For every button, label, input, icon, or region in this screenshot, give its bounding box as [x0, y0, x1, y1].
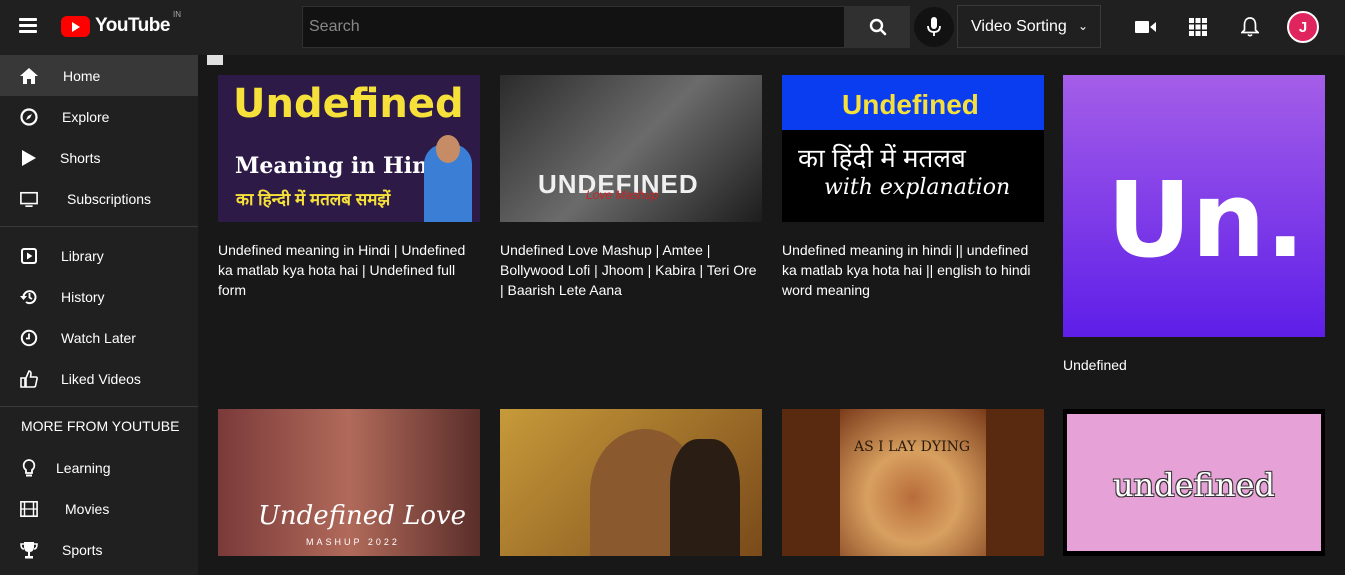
- top-header: YouTube IN Video Sorting ⌄ J: [0, 0, 1345, 55]
- thumbnail-text: Meaning in Hindi: [235, 153, 452, 179]
- sidebar-item-learning[interactable]: Learning: [0, 447, 198, 488]
- logo-text: YouTube: [95, 15, 170, 36]
- compass-icon: [20, 108, 38, 126]
- home-icon: [20, 67, 38, 85]
- sidebar-item-label: History: [61, 289, 105, 305]
- apps-grid-icon: [1189, 18, 1207, 36]
- search-button[interactable]: [845, 6, 910, 48]
- video-card[interactable]: AS I LAY DYING: [782, 409, 1044, 556]
- thumbnail-text: Un.: [1107, 159, 1305, 281]
- thumbnail-text: undefined: [1113, 466, 1276, 504]
- album-art: [840, 409, 986, 556]
- history-icon: [20, 288, 38, 306]
- sidebar-item-subscriptions[interactable]: Subscriptions: [0, 178, 198, 219]
- sidebar-divider: [0, 226, 198, 227]
- video-sorting-select[interactable]: Video Sorting ⌄: [957, 5, 1101, 48]
- video-card[interactable]: undefined: [1063, 409, 1325, 556]
- video-card[interactable]: Undefined Love MASHUP 2022: [218, 409, 480, 556]
- video-thumbnail[interactable]: Undefined का हिंदी में मतलब with explana…: [782, 75, 1044, 222]
- video-camera-icon: [1135, 21, 1156, 33]
- thumbs-up-icon: [20, 370, 38, 388]
- video-title[interactable]: Undefined meaning in Hindi | Undefined k…: [218, 240, 480, 300]
- video-card[interactable]: UNDEFINED Love Mashup Undefined Love Mas…: [500, 75, 762, 300]
- play-icon: [20, 149, 38, 167]
- video-thumbnail[interactable]: Undefined Meaning in Hindi का हिन्दी में…: [218, 75, 480, 222]
- logo-region: IN: [173, 10, 181, 19]
- sidebar-item-label: Library: [61, 248, 104, 264]
- thumbnail-text: का हिन्दी में मतलब समझें: [236, 190, 391, 209]
- trophy-icon: [20, 541, 38, 559]
- video-thumbnail[interactable]: [500, 409, 762, 556]
- sidebar-item-watch-later[interactable]: Watch Later: [0, 317, 198, 358]
- sidebar-item-library[interactable]: Library: [0, 235, 198, 276]
- sidebar-item-label: Subscriptions: [67, 191, 152, 207]
- bell-icon: [1241, 17, 1259, 37]
- sort-label: Video Sorting: [971, 17, 1067, 35]
- thumbnail-text: Undefined Love: [258, 501, 467, 531]
- thumbnail-panel: undefined: [1067, 414, 1321, 551]
- search-bar: [302, 6, 910, 48]
- sidebar-item-home[interactable]: Home: [0, 55, 198, 96]
- video-thumbnail[interactable]: UNDEFINED Love Mashup: [500, 75, 762, 222]
- collapse-toggle[interactable]: [207, 55, 223, 65]
- thumbnail-text: Undefined: [842, 89, 979, 120]
- video-card[interactable]: Un. Undefined: [1063, 75, 1325, 375]
- film-icon: [20, 500, 38, 518]
- video-card[interactable]: [500, 409, 762, 556]
- monitor-icon: [20, 190, 38, 208]
- video-thumbnail[interactable]: Un.: [1063, 75, 1325, 337]
- sidebar-item-liked-videos[interactable]: Liked Videos: [0, 358, 198, 399]
- search-input[interactable]: [302, 6, 845, 48]
- apps-button[interactable]: [1185, 14, 1211, 40]
- sidebar-item-sports[interactable]: Sports: [0, 529, 198, 570]
- sidebar-item-label: Explore: [62, 109, 110, 125]
- thumbnail-text: MASHUP 2022: [306, 537, 400, 547]
- search-icon: [869, 18, 886, 36]
- clock-icon: [20, 329, 38, 347]
- video-card[interactable]: Undefined का हिंदी में मतलब with explana…: [782, 75, 1044, 300]
- menu-icon[interactable]: [19, 18, 37, 34]
- thumbnail-text: Undefined: [233, 81, 464, 127]
- sidebar-item-label: Sports: [62, 542, 103, 558]
- presenter-head: [436, 135, 460, 163]
- sidebar-item-label: Liked Videos: [61, 371, 141, 387]
- sidebar-item-label: Home: [63, 68, 101, 84]
- lightbulb-icon: [20, 459, 38, 477]
- chevron-down-icon: ⌄: [1077, 19, 1088, 33]
- video-title[interactable]: Undefined Love Mashup | Amtee | Bollywoo…: [500, 240, 762, 300]
- library-icon: [20, 247, 38, 265]
- thumbnail-text: Love Mashup: [586, 188, 659, 202]
- sidebar-item-label: Learning: [56, 460, 111, 476]
- video-thumbnail[interactable]: undefined: [1063, 409, 1325, 556]
- sidebar-item-explore[interactable]: Explore: [0, 96, 198, 137]
- video-thumbnail[interactable]: AS I LAY DYING: [782, 409, 1044, 556]
- thumbnail-text: AS I LAY DYING: [854, 439, 971, 455]
- sidebar-item-label: Movies: [65, 501, 110, 517]
- video-thumbnail[interactable]: Undefined Love MASHUP 2022: [218, 409, 480, 556]
- video-card[interactable]: Undefined Meaning in Hindi का हिन्दी में…: [218, 75, 480, 300]
- sidebar-item-label: Shorts: [60, 150, 101, 166]
- notifications-button[interactable]: [1237, 14, 1263, 40]
- video-title[interactable]: Undefined meaning in hindi || undefined …: [782, 240, 1044, 300]
- person-figure: [670, 439, 740, 556]
- sidebar: Home Explore Shorts Subscriptions Librar…: [0, 55, 198, 575]
- thumbnail-text: with explanation: [824, 175, 1011, 200]
- voice-search-button[interactable]: [914, 7, 954, 47]
- mic-icon: [927, 17, 941, 36]
- create-video-button[interactable]: [1133, 14, 1159, 40]
- sidebar-divider: [0, 406, 198, 407]
- video-title[interactable]: Undefined: [1063, 355, 1325, 375]
- sidebar-item-history[interactable]: History: [0, 276, 198, 317]
- youtube-logo[interactable]: YouTube: [61, 15, 170, 37]
- sidebar-item-shorts[interactable]: Shorts: [0, 137, 198, 178]
- sidebar-item-label: Watch Later: [61, 330, 136, 346]
- youtube-play-icon: [61, 15, 90, 37]
- thumbnail-text: का हिंदी में मतलब: [798, 143, 966, 173]
- more-from-youtube-heading: MORE FROM YOUTUBE: [21, 418, 180, 434]
- avatar[interactable]: J: [1287, 11, 1319, 43]
- sidebar-item-movies[interactable]: Movies: [0, 488, 198, 529]
